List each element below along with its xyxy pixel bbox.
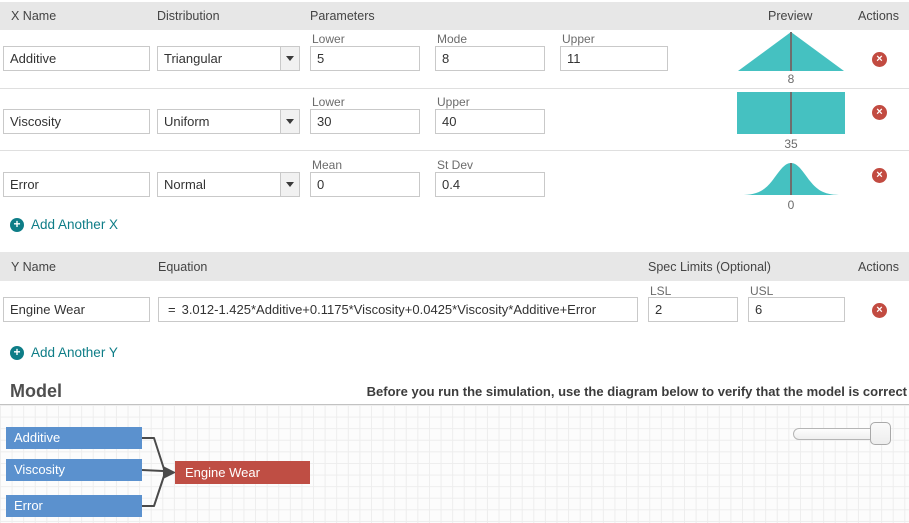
chevron-down-icon (286, 182, 294, 187)
param-lower-input[interactable] (310, 46, 420, 71)
param-label: Mean (312, 158, 342, 172)
row-divider (0, 150, 909, 151)
param-mean-input[interactable] (310, 172, 420, 197)
actions-header: Actions (858, 9, 899, 23)
add-another-x-label: Add Another X (31, 217, 118, 232)
row-divider (0, 88, 909, 89)
triangular-distribution-preview (737, 31, 845, 72)
usl-input[interactable] (748, 297, 845, 322)
actions-header: Actions (858, 260, 899, 274)
dropdown-button[interactable] (280, 110, 299, 133)
distribution-dropdown[interactable]: Triangular (157, 46, 300, 71)
param-label: Lower (312, 32, 345, 46)
equation-input[interactable] (182, 302, 637, 317)
param-label: Upper (437, 95, 470, 109)
equation-header: Equation (158, 260, 207, 274)
spec-limits-header: Spec Limits (Optional) (648, 260, 771, 274)
diagram-node-error[interactable]: Error (6, 495, 142, 517)
y-table-header-band (0, 252, 909, 281)
param-label: Mode (437, 32, 467, 46)
equation-equals-prefix: = (159, 302, 182, 317)
chevron-down-icon (286, 119, 294, 124)
param-upper-input[interactable] (435, 109, 545, 134)
distribution-dropdown[interactable]: Uniform (157, 109, 300, 134)
preview-center-label: 35 (737, 137, 845, 151)
lsl-label: LSL (650, 284, 671, 298)
distribution-selected: Uniform (158, 114, 280, 129)
param-label: Lower (312, 95, 345, 109)
param-mode-input[interactable] (435, 46, 545, 71)
model-diagram-canvas[interactable]: Additive Viscosity Error Engine Wear (0, 405, 909, 523)
usl-label: USL (750, 284, 773, 298)
diagram-node-additive[interactable]: Additive (6, 427, 142, 449)
add-plus-icon: + (10, 346, 24, 360)
dropdown-button[interactable] (280, 47, 299, 70)
chevron-down-icon (286, 56, 294, 61)
add-another-y-label: Add Another Y (31, 345, 118, 360)
diagram-node-engine-wear[interactable]: Engine Wear (175, 461, 310, 484)
param-upper-input[interactable] (560, 46, 668, 71)
distribution-dropdown[interactable]: Normal (157, 172, 300, 197)
zoom-slider-handle[interactable] (870, 422, 891, 445)
preview-header: Preview (768, 9, 812, 23)
y-name-input[interactable] (3, 297, 150, 322)
param-label: Upper (562, 32, 595, 46)
param-stdev-input[interactable] (435, 172, 545, 197)
add-plus-icon: + (10, 218, 24, 232)
add-another-y-button[interactable]: + Add Another Y (10, 345, 118, 360)
delete-row-icon[interactable]: × (872, 168, 887, 183)
delete-row-icon[interactable]: × (872, 303, 887, 318)
x-name-input[interactable] (3, 172, 150, 197)
delete-row-icon[interactable]: × (872, 52, 887, 67)
distribution-header: Distribution (157, 9, 220, 23)
diagram-node-viscosity[interactable]: Viscosity (6, 459, 142, 481)
parameters-header: Parameters (310, 9, 375, 23)
x-name-input[interactable] (3, 109, 150, 134)
model-instruction-text: Before you run the simulation, use the d… (367, 384, 907, 399)
preview-center-label: 8 (737, 72, 845, 86)
distribution-selected: Triangular (158, 51, 280, 66)
delete-row-icon[interactable]: × (872, 105, 887, 120)
lsl-input[interactable] (648, 297, 738, 322)
normal-distribution-preview (737, 154, 845, 196)
uniform-distribution-preview (737, 92, 845, 134)
distribution-selected: Normal (158, 177, 280, 192)
param-label: St Dev (437, 158, 473, 172)
model-section-title: Model (10, 381, 62, 402)
y-name-header: Y Name (11, 260, 56, 274)
dropdown-button[interactable] (280, 173, 299, 196)
equation-field[interactable]: = (158, 297, 638, 322)
add-another-x-button[interactable]: + Add Another X (10, 217, 118, 232)
x-name-header: X Name (11, 9, 56, 23)
preview-center-label: 0 (737, 198, 845, 212)
simulation-setup-page: X Name Distribution Parameters Preview A… (0, 0, 909, 523)
x-name-input[interactable] (3, 46, 150, 71)
param-lower-input[interactable] (310, 109, 420, 134)
